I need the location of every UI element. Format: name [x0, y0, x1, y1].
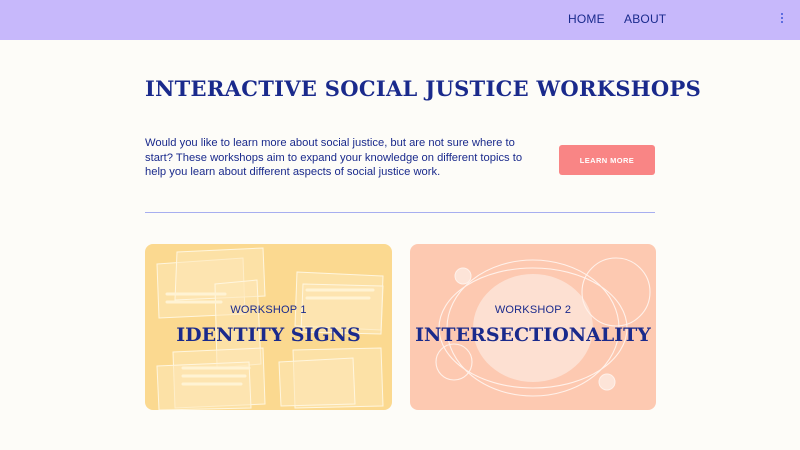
top-navbar: HOME ABOUT	[0, 0, 800, 40]
workshop-kicker: WORKSHOP 1	[230, 304, 307, 316]
workshop-card-identity-signs[interactable]: WORKSHOP 1 IDENTITY SIGNS	[145, 244, 392, 410]
intro-text: Would you like to learn more about socia…	[145, 137, 523, 178]
workshop-title: IDENTITY SIGNS	[176, 324, 361, 346]
section-divider	[145, 212, 655, 213]
nav-home-link[interactable]: HOME	[568, 12, 605, 26]
workshop-kicker: WORKSHOP 2	[494, 304, 572, 316]
workshop-title: INTERSECTIONALITY	[415, 324, 651, 346]
learn-more-button[interactable]: LEARN MORE	[559, 145, 655, 175]
nav-about-link[interactable]: ABOUT	[624, 12, 666, 26]
page-title: INTERACTIVE SOCIAL JUSTICE WORKSHOPS	[145, 76, 702, 101]
workshop-card-intersectionality[interactable]: WORKSHOP 2 INTERSECTIONALITY	[410, 244, 656, 410]
vertical-dots-icon[interactable]	[778, 13, 786, 27]
